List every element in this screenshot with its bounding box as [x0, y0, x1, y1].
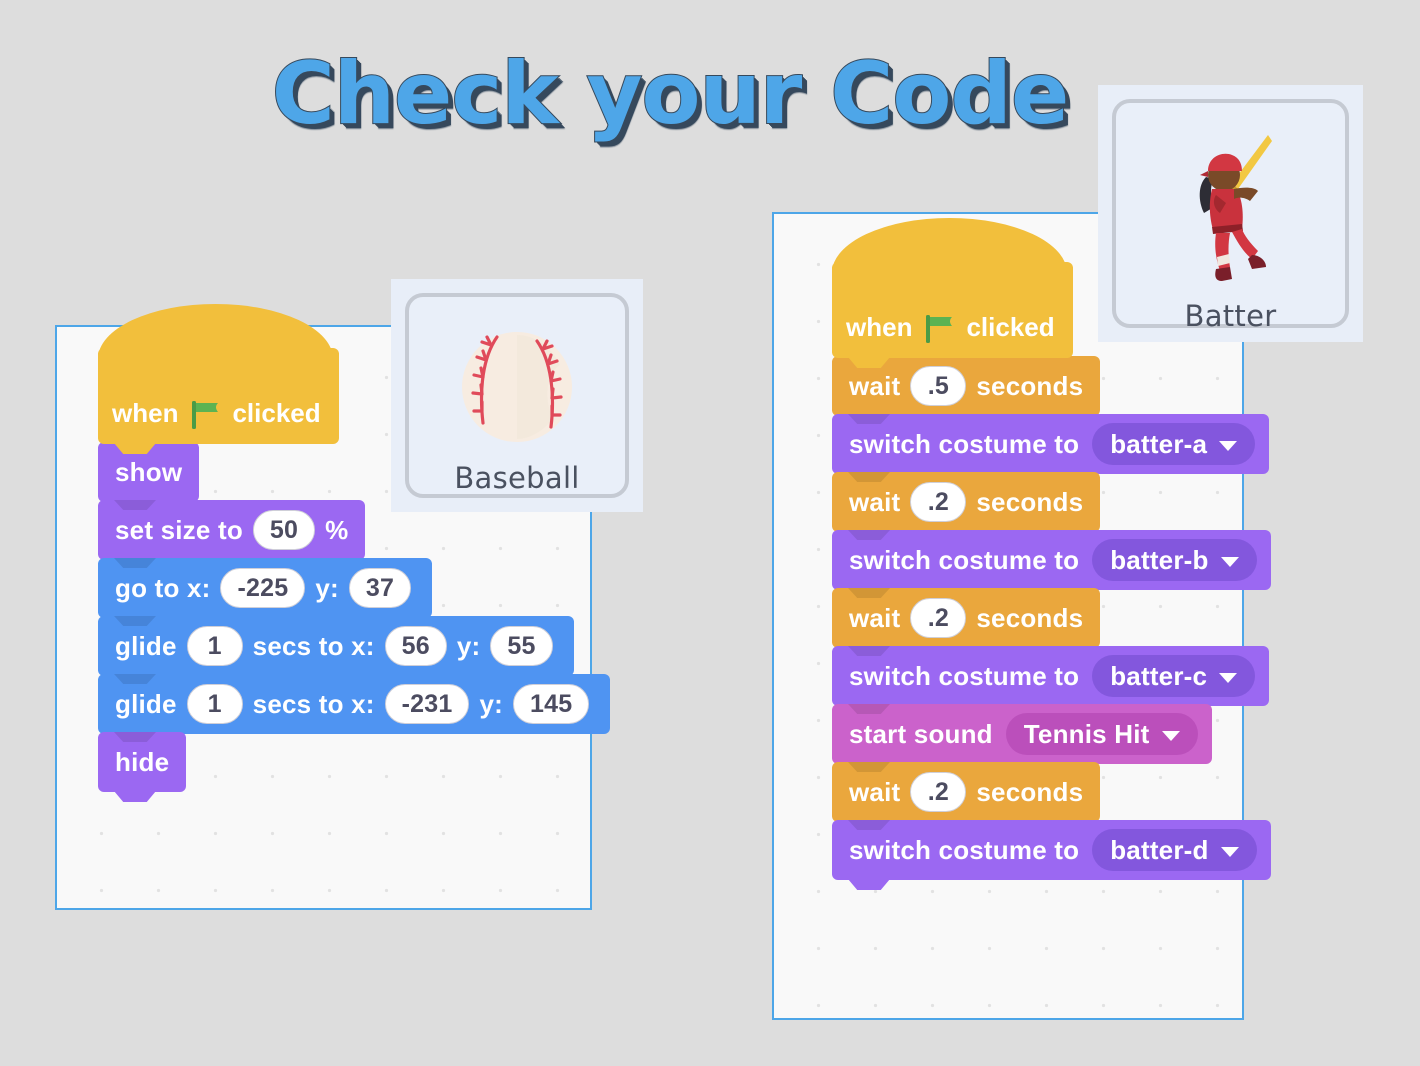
block-switch-costume-1[interactable]: switch costume to batter-a [832, 414, 1270, 474]
input-glide-y[interactable]: 145 [513, 684, 590, 724]
block-switch-costume-4[interactable]: switch costume to batter-d [832, 820, 1271, 880]
block-label-clicked: clicked [966, 311, 1055, 342]
green-flag-icon [922, 312, 956, 346]
input-go-to-y-value[interactable]: 37 [348, 568, 412, 608]
block-label-hide: hide [115, 746, 170, 777]
block-notch [848, 472, 890, 482]
block-label-show: show [115, 456, 183, 487]
block-wait-3[interactable]: wait .2 seconds [832, 588, 1101, 648]
block-label-wait: wait [849, 486, 901, 517]
block-label-when: when [112, 397, 179, 428]
block-glide-1[interactable]: glide 1 secs to x: 56 y: 55 [98, 616, 574, 676]
sprite-card-baseball[interactable]: Baseball [391, 279, 643, 512]
block-notch [114, 616, 156, 626]
block-wait-2[interactable]: wait .2 seconds [832, 472, 1101, 532]
block-notch [114, 732, 156, 742]
block-label-set-size-to: set size to [115, 514, 243, 545]
block-label-seconds: seconds [976, 486, 1084, 517]
chevron-down-icon [1219, 672, 1238, 683]
block-notch [114, 558, 156, 568]
dropdown-costume[interactable]: batter-d [1092, 829, 1257, 871]
block-label-start-sound: start sound [849, 718, 993, 749]
block-label-seconds: seconds [976, 776, 1084, 807]
block-hide[interactable]: hide [98, 732, 187, 792]
block-label-go-to-y: y: [315, 572, 339, 603]
block-label-secs-to-x: secs to x: [252, 688, 375, 719]
dropdown-costume-value: batter-d [1110, 834, 1209, 865]
block-notch [848, 646, 890, 656]
block-notch [848, 820, 890, 830]
block-label-switch-costume-to: switch costume to [849, 428, 1080, 459]
chevron-down-icon [1220, 556, 1239, 567]
block-when-flag-clicked[interactable]: when clicked [832, 218, 1073, 358]
block-label-clicked: clicked [232, 397, 321, 428]
block-set-size-to[interactable]: set size to 50 % [98, 500, 366, 560]
dropdown-costume[interactable]: batter-a [1092, 423, 1256, 465]
block-label-secs-to-x: secs to x: [252, 630, 375, 661]
block-notch [848, 704, 890, 714]
batter-icon [1172, 129, 1290, 289]
chevron-down-icon [1220, 846, 1239, 857]
block-label-glide-y: y: [479, 688, 503, 719]
block-glide-2[interactable]: glide 1 secs to x: -231 y: 145 [98, 674, 611, 734]
block-notch [114, 500, 156, 510]
block-notch [114, 674, 156, 684]
block-label-go-to-x: go to x: [115, 572, 211, 603]
block-when-flag-clicked[interactable]: when clicked [98, 304, 339, 444]
dropdown-costume[interactable]: batter-c [1092, 655, 1256, 697]
block-label-glide: glide [115, 630, 177, 661]
input-glide-x[interactable]: -231 [384, 684, 470, 724]
input-glide-y[interactable]: 55 [490, 626, 553, 666]
block-notch [848, 414, 890, 424]
input-wait-value[interactable]: .2 [910, 482, 967, 522]
hat-cap [832, 218, 1067, 274]
block-wait-4[interactable]: wait .2 seconds [832, 762, 1101, 822]
block-switch-costume-2[interactable]: switch costume to batter-b [832, 530, 1271, 590]
input-set-size-value[interactable]: 50 [252, 510, 316, 550]
sprite-card-batter[interactable]: Batter [1098, 85, 1363, 342]
block-label-seconds: seconds [976, 370, 1084, 401]
sprite-card-inner: Batter [1112, 99, 1349, 333]
dropdown-costume-value: batter-a [1110, 428, 1208, 459]
baseball-icon [457, 327, 577, 447]
block-label-switch-costume-to: switch costume to [849, 660, 1080, 691]
sprite-name-batter: Batter [1184, 299, 1277, 333]
dropdown-costume[interactable]: batter-b [1092, 539, 1257, 581]
chevron-down-icon [1219, 440, 1238, 451]
block-label-wait: wait [849, 602, 901, 633]
sprite-card-inner: Baseball [405, 293, 629, 498]
dropdown-costume-value: batter-c [1110, 660, 1208, 691]
dropdown-costume-value: batter-b [1110, 544, 1209, 575]
input-glide-secs[interactable]: 1 [186, 684, 243, 724]
sprite-name-baseball: Baseball [454, 461, 580, 495]
block-label-wait: wait [849, 370, 901, 401]
block-label-seconds: seconds [976, 602, 1084, 633]
input-go-to-x-value[interactable]: -225 [220, 568, 306, 608]
hat-cap [98, 304, 333, 360]
input-wait-value[interactable]: .5 [910, 366, 967, 406]
input-wait-value[interactable]: .2 [910, 772, 967, 812]
block-go-to-xy[interactable]: go to x: -225 y: 37 [98, 558, 433, 618]
input-glide-x[interactable]: 56 [384, 626, 447, 666]
block-notch [848, 588, 890, 598]
block-label-wait: wait [849, 776, 901, 807]
dropdown-sound-value: Tennis Hit [1023, 718, 1150, 749]
block-switch-costume-3[interactable]: switch costume to batter-c [832, 646, 1270, 706]
script-batter[interactable]: when clicked wait .5 seconds switch cost… [832, 218, 1271, 880]
chevron-down-icon [1161, 730, 1180, 741]
input-wait-value[interactable]: .2 [910, 598, 967, 638]
input-glide-secs[interactable]: 1 [186, 626, 243, 666]
block-label-switch-costume-to: switch costume to [849, 544, 1080, 575]
block-label-glide-y: y: [456, 630, 481, 661]
block-label-when: when [846, 311, 913, 342]
block-notch [848, 530, 890, 540]
block-label-percent: % [325, 514, 349, 545]
dropdown-sound[interactable]: Tennis Hit [1005, 713, 1198, 755]
block-notch [848, 762, 890, 772]
block-label-switch-costume-to: switch costume to [849, 834, 1080, 865]
green-flag-icon [188, 398, 222, 432]
block-label-glide: glide [115, 688, 177, 719]
block-start-sound[interactable]: start sound Tennis Hit [832, 704, 1212, 764]
